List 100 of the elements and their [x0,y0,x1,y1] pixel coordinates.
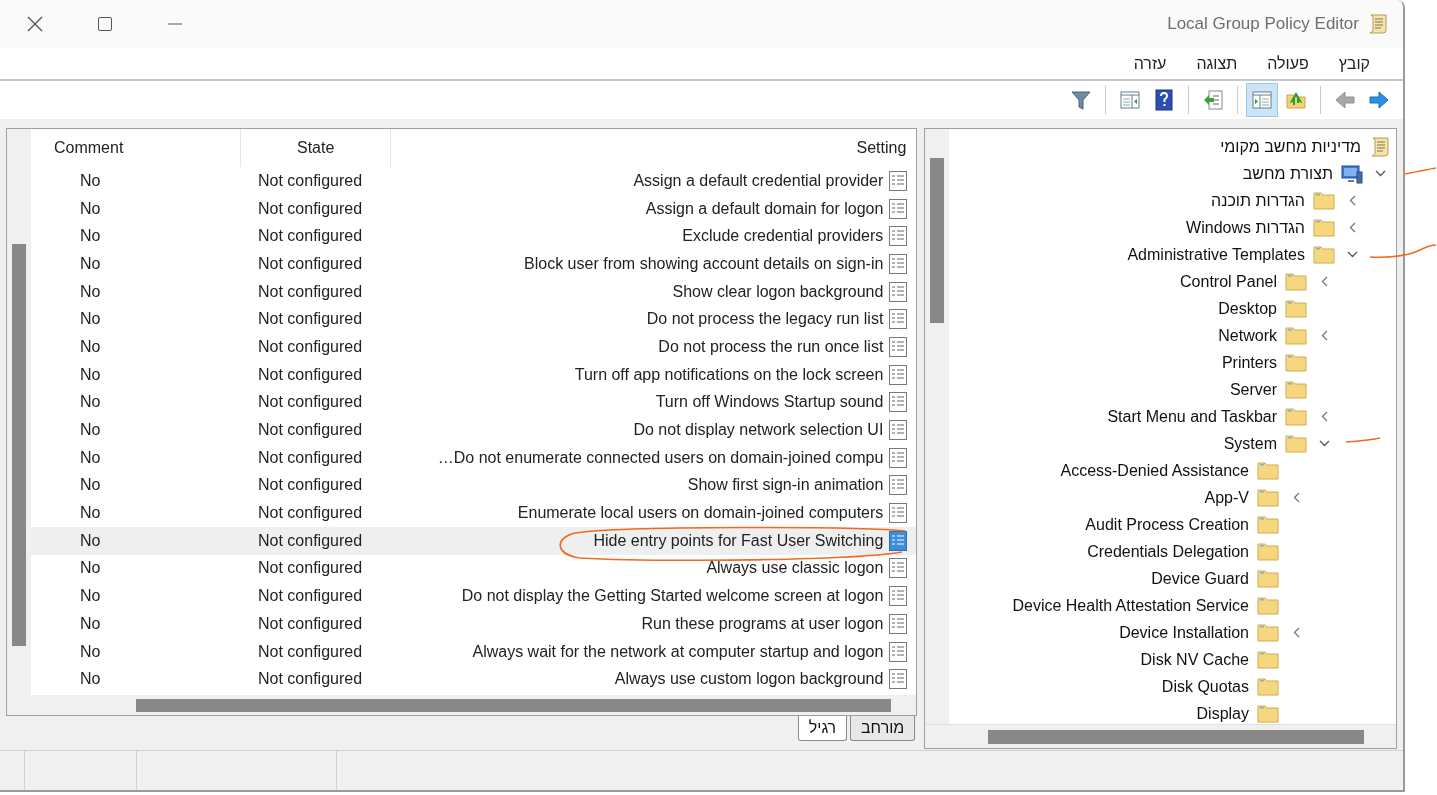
tree-item[interactable]: הגדרות Windows [1186,215,1305,240]
policy-icon [889,198,908,219]
tree-item[interactable]: תצורת מחשב [1242,161,1333,186]
chevron-left-icon[interactable] [1348,195,1356,206]
table-row[interactable]: No Not configured Block user from showing account details on sign-in [31,250,917,278]
chevron-left-icon[interactable] [1348,222,1356,233]
folder-icon [1285,378,1307,401]
panes-icon [1119,89,1141,111]
folder-icon [1257,540,1279,563]
table-cell-text: Not configured [257,447,364,468]
table-row[interactable]: No Not configured Turn off Windows Startup sound [31,388,917,417]
scrollbar-thumb[interactable] [930,158,945,323]
help-icon [1153,89,1175,111]
tree-item[interactable]: Display [1196,701,1249,724]
table-cell-text: Not configured [257,613,364,634]
tree-item[interactable]: Device Installation [1119,620,1249,645]
scrollbar-thumb[interactable] [136,698,891,712]
table-row[interactable]: No Not configured Do not display the Getting Started welcome screen at logon [31,582,917,610]
column-header[interactable]: Setting [391,129,917,167]
chevron-left-icon[interactable] [1320,411,1328,422]
annotation-mark [1404,167,1437,175]
table-cell-text: Not configured [257,586,364,607]
table-row[interactable]: No Not configured Always wait for the network at computer startup and logon [31,637,917,666]
tree-item[interactable]: Printers [1221,350,1277,375]
selected-row[interactable]: No Not configured Hide entry points for Fast User Switching [31,526,917,555]
policy-icon [889,669,908,690]
chevron-down-icon[interactable] [1346,251,1358,258]
tree-item[interactable]: Server [1229,377,1277,402]
folder-icon [1257,621,1279,644]
tree-item[interactable]: Network [1218,323,1277,348]
folder-icon [1285,297,1307,320]
tree-item[interactable]: System [1223,431,1277,456]
table-row[interactable]: No Not configured Exclude credential providers [31,222,917,251]
chevron-left-icon[interactable] [1292,627,1300,638]
policy-icon [889,613,908,634]
tree-item[interactable]: מדיניות מחשב מקומי [1220,134,1361,159]
table-row[interactable]: No Not configured Do not enumerate connected users on domain-joined compu… [31,443,917,472]
table-cell-text: No [79,530,102,551]
table-row[interactable]: No Not configured Assign a default credential provider [31,167,917,195]
policy-icon [889,309,908,330]
tree-item[interactable]: Disk NV Cache [1140,647,1249,672]
chevron-left-icon[interactable] [1292,492,1300,503]
column-header[interactable]: State [241,129,391,167]
column-header[interactable]: Comment [31,129,241,167]
vertical-scrollbar[interactable] [7,129,31,715]
folder-icon [1257,513,1279,536]
table-cell: Turn off app notifications on the lock screen [574,365,884,384]
tree-item[interactable]: App-V [1204,485,1249,510]
table-cell-text: No [79,420,102,441]
view-tab[interactable]: מורחב [850,716,916,741]
table-row[interactable]: No Not configured Turn off app notifications on the lock screen [31,360,917,389]
tree-item[interactable]: הגדרות תוכנה [1211,188,1305,213]
table-row[interactable]: No Not configured Do not display network selection UI [31,416,917,444]
table-cell: Block user from showing account details on sign-in [524,254,884,273]
table-row[interactable]: No Not configured Assign a default domain for logon [31,194,917,223]
chevron-left-icon[interactable] [1320,330,1328,341]
folder-icon [1285,324,1307,347]
table-row[interactable]: No Not configured Do not process the legacy run list [31,305,917,334]
chevron-down-icon[interactable] [1374,170,1386,177]
horizontal-scrollbar[interactable] [31,695,917,715]
tree-item[interactable]: Control Panel [1180,269,1277,294]
horizontal-scrollbar[interactable] [925,724,1396,748]
table-cell-text: No [79,392,102,413]
table-cell-text: Not configured [257,226,364,247]
folder-icon [1285,405,1307,428]
scrollbar-thumb[interactable] [988,729,1365,744]
table-row[interactable]: No Not configured Show clear logon background [31,277,917,306]
menu-item[interactable]: קובץ [1323,51,1385,76]
menu-item[interactable]: עזרה [1118,51,1182,76]
export-list-icon [1202,89,1224,111]
view-tab[interactable]: רגיל [797,716,847,741]
tree-item[interactable]: Start Menu and Taskbar [1107,404,1277,429]
table-cell: Do not display network selection UI [633,421,884,440]
tree-item[interactable]: Credentials Delegation [1087,539,1249,564]
tree-item[interactable]: Audit Process Creation [1085,512,1249,537]
table-row[interactable]: No Not configured Enumerate local users on domain-joined computers [31,499,917,527]
menu-item[interactable]: פעולה [1252,51,1324,76]
tree-item[interactable]: Device Health Attestation Service [1012,593,1249,618]
table-cell: Always use custom logon background [614,670,884,689]
scrollbar-thumb[interactable] [12,244,26,646]
table-cell: Assign a default credential provider [633,171,884,190]
table-cell-text: Not configured [257,420,364,441]
folder-icon [1257,567,1279,590]
policy-icon [889,226,908,247]
tree-item[interactable]: Access-Denied Assistance [1060,458,1249,483]
tree-item[interactable]: Device Guard [1151,566,1249,591]
chevron-left-icon[interactable] [1320,276,1328,287]
menu-item[interactable]: תצוגה [1181,51,1253,76]
table-row[interactable]: No Not configured Run these programs at user logon [31,610,917,638]
table-row[interactable]: No Not configured Show first sign-in animation [31,471,917,500]
table-cell-text: Not configured [257,669,364,690]
table-row[interactable]: No Not configured Do not process the run once list [31,333,917,361]
tree-item[interactable]: Disk Quotas [1161,674,1249,699]
table-cell: Always use classic logon [706,559,884,578]
vertical-scrollbar[interactable] [925,129,950,724]
table-row[interactable]: No Not configured Always use custom logon background [31,665,917,694]
tree-item[interactable]: Desktop [1218,296,1277,321]
table-row[interactable]: No Not configured Always use classic logon [31,554,917,583]
tree-item[interactable]: Administrative Templates [1127,242,1305,267]
chevron-down-icon[interactable] [1318,440,1330,447]
